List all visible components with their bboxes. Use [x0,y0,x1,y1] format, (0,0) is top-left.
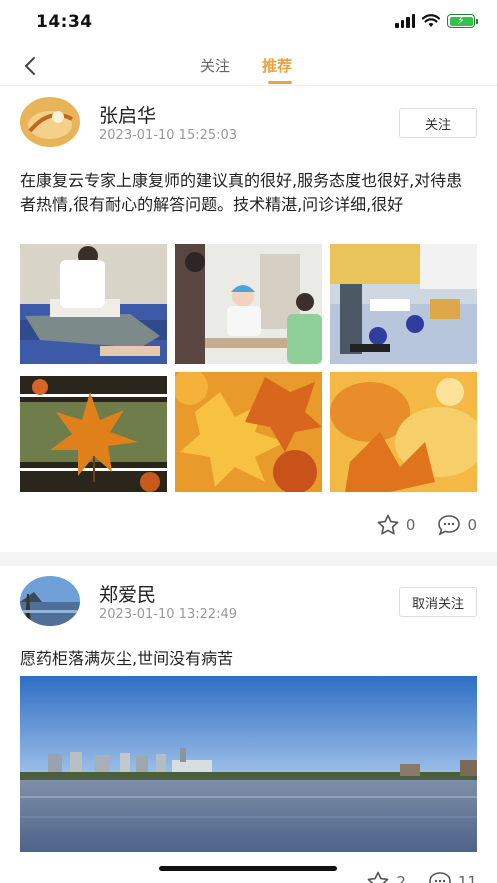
avatar[interactable] [20,97,80,147]
post-card: 张启华 2023-01-10 15:25:03 关注 在康复云专家上康复师的建议… [0,87,497,552]
like-count: 2 [396,873,406,883]
post-time: 2023-01-10 15:25:03 [99,128,238,143]
active-tab-indicator [268,81,292,84]
comment-count: 11 [457,873,477,883]
nav-bar: 关注 推荐 [0,46,497,86]
status-icons: ⚡ [395,14,478,28]
photo-grid [20,244,477,492]
tab-recommend[interactable]: 推荐 [262,55,292,76]
star-icon [367,871,389,883]
status-time: 14:34 [36,12,93,32]
unfollow-button[interactable]: 取消关注 [399,587,477,617]
comment-count: 0 [467,516,477,534]
status-bar: 14:34 ⚡ [0,0,497,46]
follow-button[interactable]: 关注 [399,108,477,138]
wifi-icon [422,14,440,27]
photo-maple-leaf[interactable] [20,372,167,492]
post-actions: 0 0 [376,514,477,536]
battery-icon: ⚡ [447,14,478,28]
post-author[interactable]: 张启华 [99,101,156,128]
post-author[interactable]: 郑爱民 [99,580,156,607]
home-indicator [159,866,337,871]
comment-bubble-icon [429,872,451,883]
post-text: 在康复云专家上康复师的建议真的很好,服务态度也很好,对待患者热情,很有耐心的解答… [20,171,463,214]
star-icon [377,514,399,535]
photo-autumn-leaves-closeup[interactable] [330,372,477,492]
like-button[interactable]: 2 [366,871,406,883]
photo-rehab-therapy[interactable] [20,244,167,364]
like-count: 0 [405,516,416,534]
photo-rehab-equipment-room[interactable] [330,244,477,364]
signal-icon [395,14,415,28]
photo-autumn-leaves[interactable] [175,372,322,492]
post-divider [0,552,497,566]
comment-bubble-icon [438,515,461,536]
avatar[interactable] [20,576,80,626]
tab-bar: 关注 推荐 [0,46,497,86]
post-time: 2023-01-10 13:22:49 [99,607,238,622]
post-card: 郑爱民 2023-01-10 13:22:49 取消关注 愿药柜落满灰尘,世间没… [0,566,497,883]
like-button[interactable]: 0 [376,514,416,536]
comment-button[interactable]: 11 [428,871,477,883]
photo-lake-city-skyline[interactable] [20,676,477,852]
photo-doctor-consultation[interactable] [175,244,322,364]
tab-follow[interactable]: 关注 [200,55,230,76]
post-text: 愿药柜落满灰尘,世间没有病苦 [20,649,234,668]
post-actions: 2 11 [366,871,477,883]
comment-button[interactable]: 0 [437,514,477,536]
